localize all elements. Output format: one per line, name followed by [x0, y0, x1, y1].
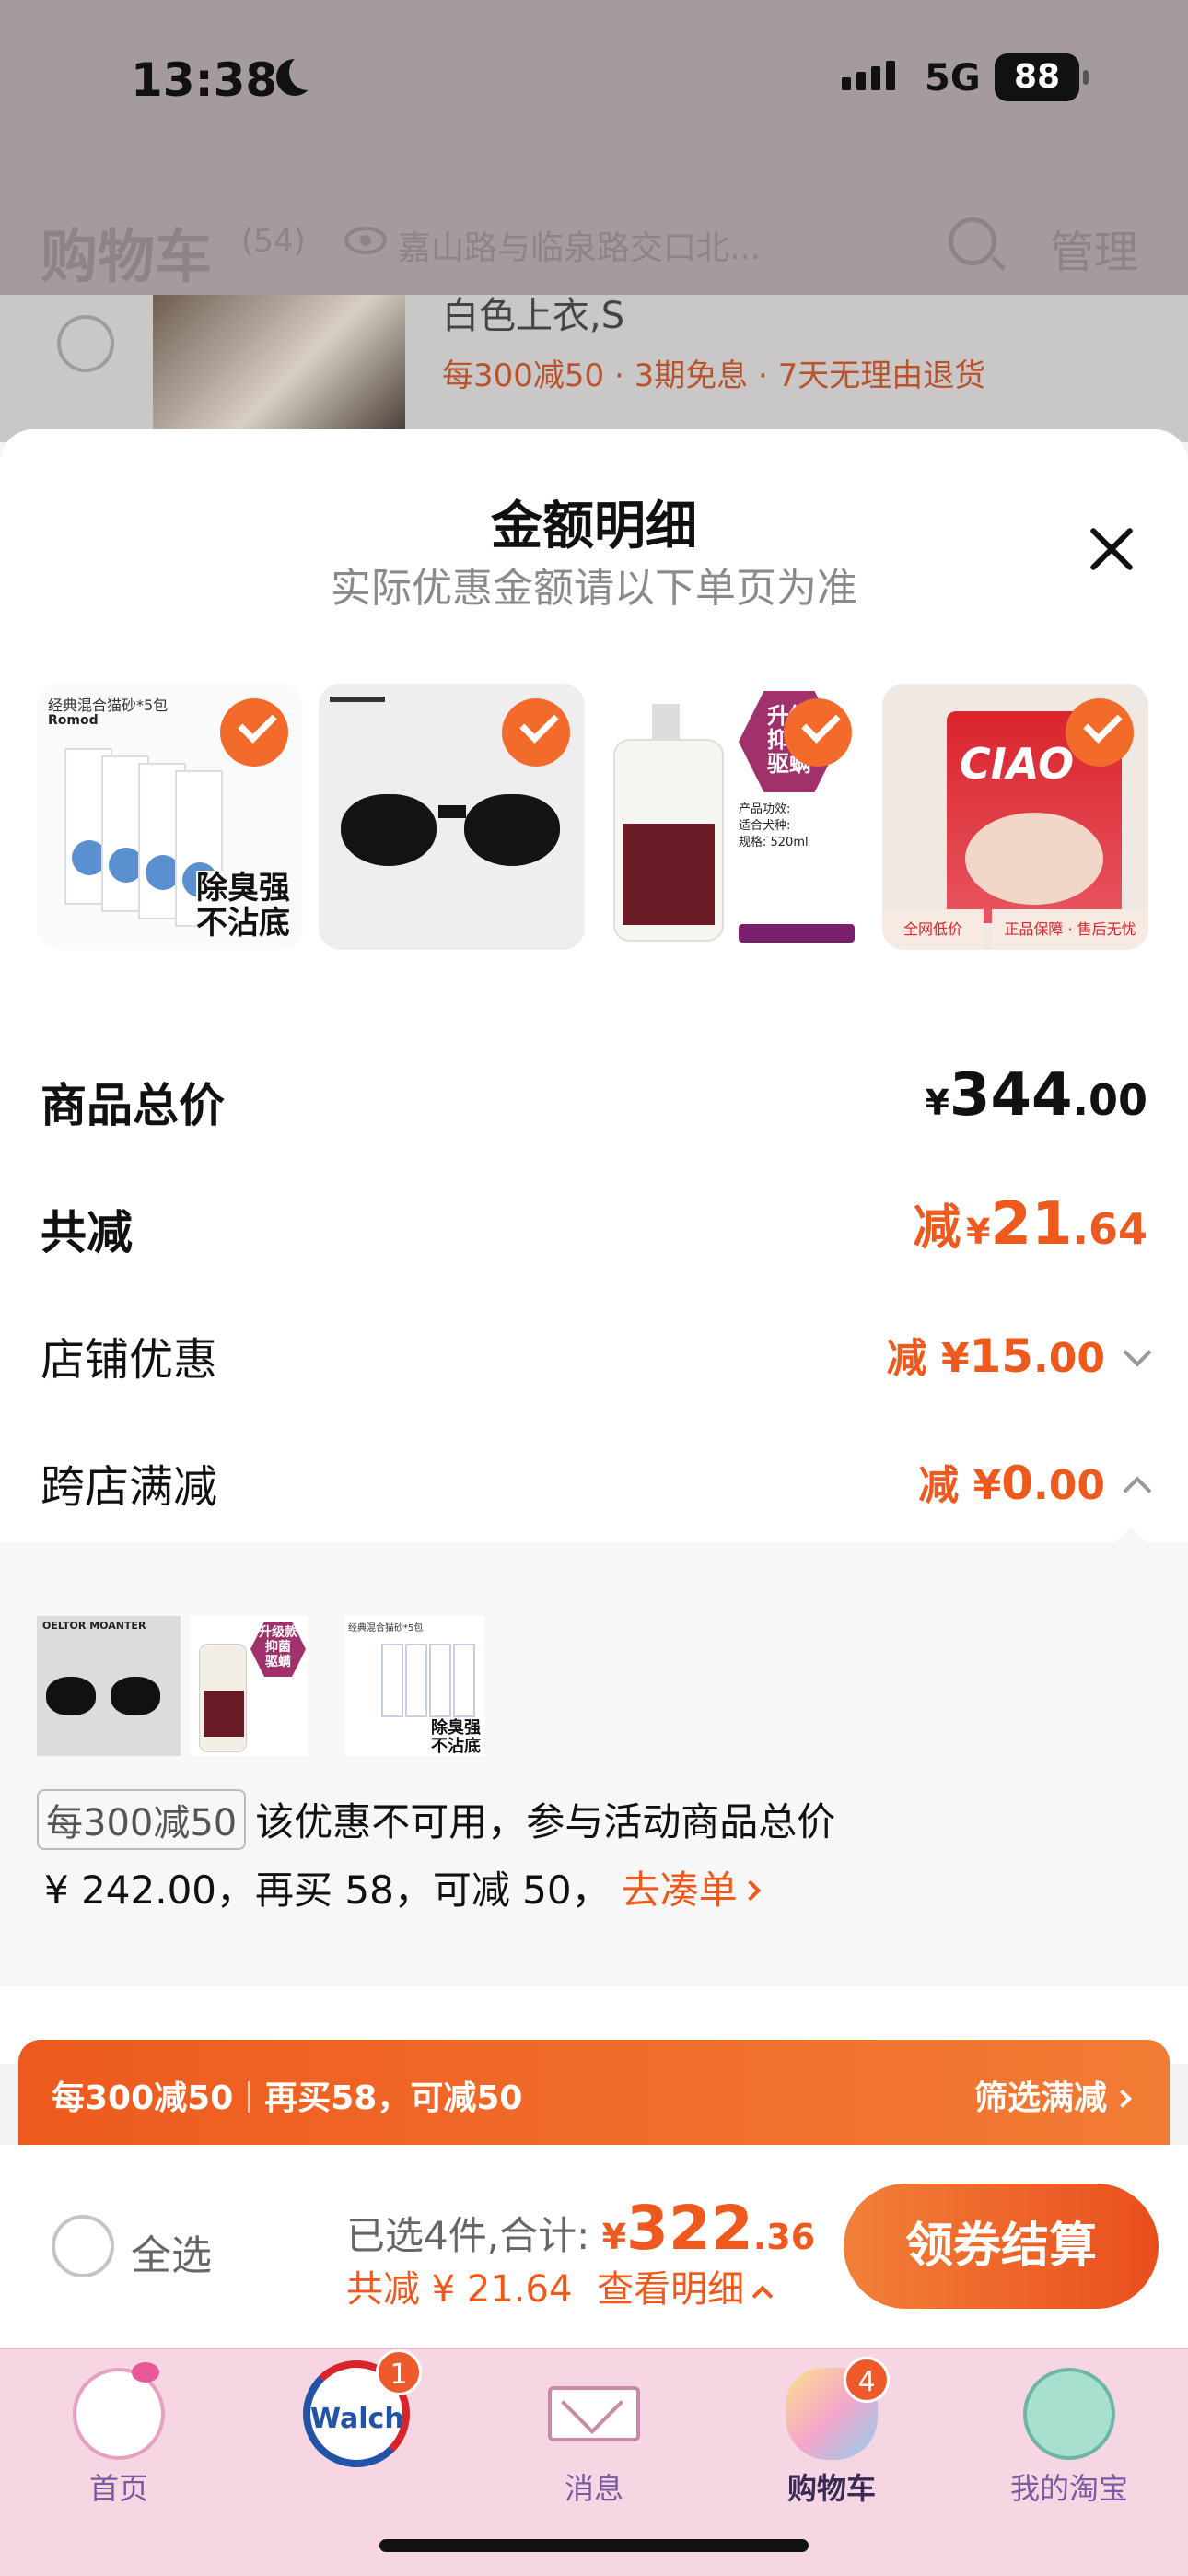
cart-header: 购物车 (54) 嘉山路与临泉路交口北... 管理 — [0, 193, 1188, 295]
status-time: 13:38 — [131, 53, 278, 107]
tab-my-taobao[interactable]: 我的淘宝 — [950, 2349, 1188, 2534]
kitty-home-icon — [73, 2362, 165, 2460]
chevron-right-icon — [740, 1879, 761, 1902]
address-selector[interactable]: 嘉山路与临泉路交口北... — [398, 221, 761, 269]
check-icon[interactable] — [220, 698, 288, 767]
check-icon[interactable] — [1066, 698, 1134, 767]
bear-profile-icon — [1023, 2368, 1115, 2460]
item-promo: 每300减50 · 3期免息 · 7天无理由退货 — [442, 357, 986, 394]
add-more-link[interactable]: 去凑单 — [622, 1868, 761, 1913]
page-title: 购物车 — [41, 223, 213, 290]
cart-badge: 4 — [844, 2357, 890, 2403]
product-brand: CIAO — [960, 739, 1075, 789]
promo-hint: ¥ 242.00，再买 58，可减 50， 去凑单 — [44, 1859, 761, 1915]
sheet-subtitle: 实际优惠金额请以下单页为准 — [331, 565, 857, 612]
store-discount-value: 减 ¥15.00 — [887, 1325, 1152, 1384]
product-brand: OELTOR MOANTER — [42, 1620, 146, 1632]
item-spec[interactable]: 白色上衣,S — [442, 286, 624, 339]
battery-icon: 88 — [995, 53, 1089, 101]
banner-hint: 再买58，可减50 — [264, 2079, 523, 2117]
tab-messages[interactable]: 消息 — [475, 2349, 713, 2534]
product-brand: Romod — [48, 713, 99, 728]
product-description: 产品功效: 适合犬种: 规格: 520ml — [739, 802, 809, 849]
sheet-title: 金额明细 — [491, 497, 697, 556]
cart-item: 白色上衣,S 每300减50 · 3期免息 · 7天无理由退货 — [0, 295, 1188, 442]
close-icon[interactable] — [1087, 525, 1135, 573]
item-select-radio[interactable] — [57, 315, 114, 372]
product-tag: 正品保障 · 售后无忧 — [992, 909, 1148, 950]
tab-walch[interactable]: Walch 1 — [238, 2349, 475, 2534]
product-thumb-pet-shampoo[interactable]: 升级 抑菌 驱螨 产品功效: 适合犬种: 规格: 520ml — [600, 684, 867, 950]
product-label: 除臭强 不沾底 — [196, 870, 290, 942]
cross-store-detail: OELTOR MOANTER 升级款 抑菌 驱螨 经典混合猫砂*5包 除臭强 不… — [0, 1542, 1188, 1986]
total-price-label: 商品总价 — [41, 1079, 225, 1132]
chevron-down-icon[interactable] — [1123, 1338, 1152, 1367]
promo-tag: 每300减50 — [37, 1789, 247, 1850]
mini-product-cat-litter[interactable]: 经典混合猫砂*5包 除臭强 不沾底 — [344, 1616, 484, 1756]
checkout-button[interactable]: 领券结算 — [844, 2184, 1159, 2309]
check-icon[interactable] — [784, 698, 852, 767]
eye-icon — [344, 227, 387, 254]
search-icon[interactable] — [949, 217, 996, 265]
chevron-up-icon[interactable] — [1123, 1476, 1152, 1505]
status-bar: 13:38 5G 88 — [0, 0, 1188, 166]
cross-store-label: 跨店满减 — [41, 1461, 218, 1513]
amount-detail-sheet: 金额明细 实际优惠金额请以下单页为准 经典混合猫砂*5包 Romod 除臭强 不… — [0, 429, 1188, 2064]
product-tag: 全网低价 — [882, 909, 984, 950]
checkout-bar: 全选 已选4件,合计: ¥322.36 共减 ¥ 21.64 查看明细 领券结算 — [0, 2145, 1188, 2348]
home-indicator[interactable] — [379, 2539, 809, 2552]
screen: 13:38 5G 88 购物车 (54) 嘉山路与临泉路交口北... 管理 白色… — [0, 0, 1188, 2576]
chevron-right-icon — [1113, 2090, 1132, 2108]
product-title: 经典混合猫砂*5包 — [48, 697, 169, 714]
tab-cart[interactable]: 4 购物车 — [713, 2349, 950, 2534]
manage-button[interactable]: 管理 — [1050, 216, 1138, 280]
total-discount-label: 共减 — [41, 1206, 133, 1259]
chevron-up-icon — [751, 2285, 774, 2307]
product-thumb-sunglasses[interactable] — [319, 684, 585, 950]
select-all-label[interactable]: 全选 — [131, 2222, 212, 2281]
select-all-radio[interactable] — [52, 2215, 114, 2277]
total-price-row: 商品总价 ¥344.00 — [41, 1060, 1147, 1133]
mini-product-pet-shampoo[interactable]: 升级款 抑菌 驱螨 — [190, 1616, 308, 1756]
mini-product-sunglasses[interactable]: OELTOR MOANTER — [37, 1616, 181, 1756]
store-discount-label: 店铺优惠 — [41, 1334, 218, 1386]
product-thumb-cat-litter[interactable]: 经典混合猫砂*5包 Romod 除臭强 不沾底 — [37, 684, 303, 950]
item-thumbnail[interactable] — [153, 295, 405, 442]
check-icon[interactable] — [502, 698, 570, 767]
filter-promo-button[interactable]: 筛选满减 — [974, 2071, 1132, 2119]
banner-rule: 每300减50 — [52, 2079, 234, 2117]
notification-badge: 1 — [376, 2349, 422, 2395]
moon-icon — [276, 53, 326, 96]
total-price-value: ¥344.00 — [925, 1061, 1147, 1130]
cross-store-row[interactable]: 跨店满减 减 ¥0.00 — [41, 1441, 1152, 1515]
cart-count: (54) — [241, 223, 306, 260]
total-discount-row: 共减 减 ¥21.64 — [41, 1187, 1147, 1260]
selected-products: 经典混合猫砂*5包 Romod 除臭强 不沾底 升级 抑菌 驱螨 产品功效: 适… — [37, 684, 1148, 950]
total-summary: 已选4件,合计: ¥322.36 — [346, 2193, 816, 2264]
total-discount-value: 减 ¥21.64 — [913, 1190, 1147, 1259]
signal-icon — [842, 61, 895, 90]
mail-icon — [548, 2386, 640, 2441]
store-discount-row[interactable]: 店铺优惠 减 ¥15.00 — [41, 1314, 1152, 1388]
total-amount: ¥322.36 — [601, 2193, 816, 2264]
promo-banner[interactable]: 每300减50 再买58，可减50 筛选满减 — [18, 2040, 1170, 2150]
product-thumb-cat-food[interactable]: CIAO 全网低价 正品保障 · 售后无忧 — [882, 684, 1148, 950]
network-label: 5G — [925, 57, 981, 100]
cross-store-value: 减 ¥0.00 — [918, 1452, 1152, 1511]
view-detail-toggle[interactable]: 共减 ¥ 21.64 查看明细 — [346, 2259, 774, 2313]
promo-notice: 每300减50 该优惠不可用，参与活动商品总价 — [37, 1789, 835, 1850]
tab-home[interactable]: 首页 — [0, 2349, 238, 2534]
